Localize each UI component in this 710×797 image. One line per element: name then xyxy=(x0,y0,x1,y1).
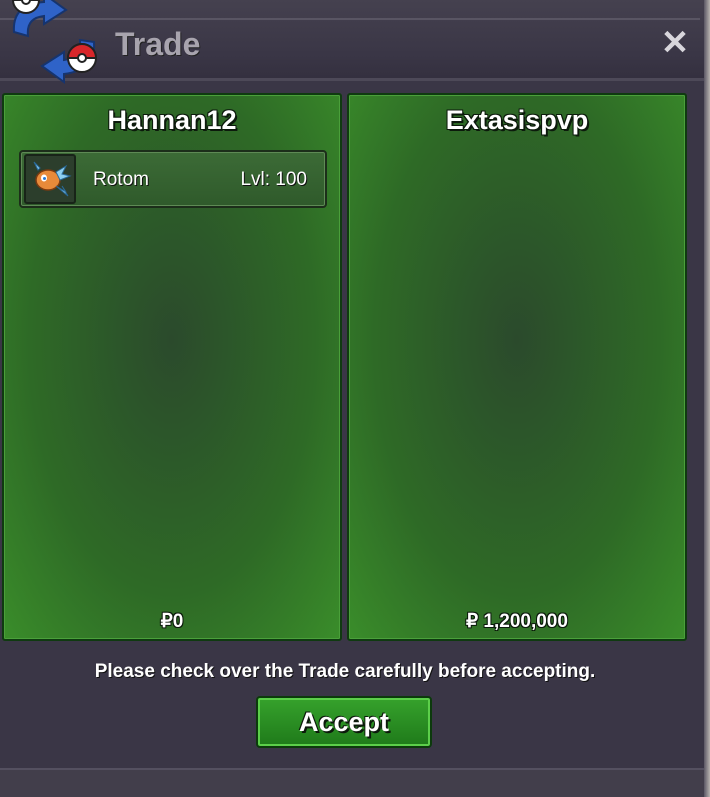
title-bar-line xyxy=(0,18,700,20)
item-name: Rotom xyxy=(93,169,149,190)
trade-notice: Please check over the Trade carefully be… xyxy=(94,661,596,682)
accept-button[interactable]: Accept xyxy=(256,696,432,748)
rotom-icon xyxy=(33,161,72,197)
title-bar: Trade ✕ xyxy=(0,0,704,81)
bottom-strip xyxy=(0,768,704,797)
close-icon[interactable]: ✕ xyxy=(660,26,690,60)
right-player-name: Extasispvp xyxy=(445,105,589,135)
trade-item-rotom[interactable]: Rotom Lvl: 100 xyxy=(19,150,327,208)
window-edge xyxy=(704,0,710,797)
trade-window: Trade ✕ Hannan12 Rotom Lvl: 100 ₽0 Extas… xyxy=(0,0,710,797)
right-trade-panel: Extasispvp ₽ 1,200,000 xyxy=(347,93,687,641)
left-trade-panel: Hannan12 Rotom Lvl: 100 ₽0 xyxy=(2,93,342,641)
left-player-name: Hannan12 xyxy=(107,105,237,135)
item-icon-box xyxy=(24,154,76,204)
left-money-offer: ₽0 xyxy=(160,611,184,632)
item-level: Lvl: 100 xyxy=(240,169,307,190)
trade-exchange-icon xyxy=(11,0,98,84)
window-title: Trade xyxy=(115,26,201,62)
right-money-offer: ₽ 1,200,000 xyxy=(466,611,568,632)
